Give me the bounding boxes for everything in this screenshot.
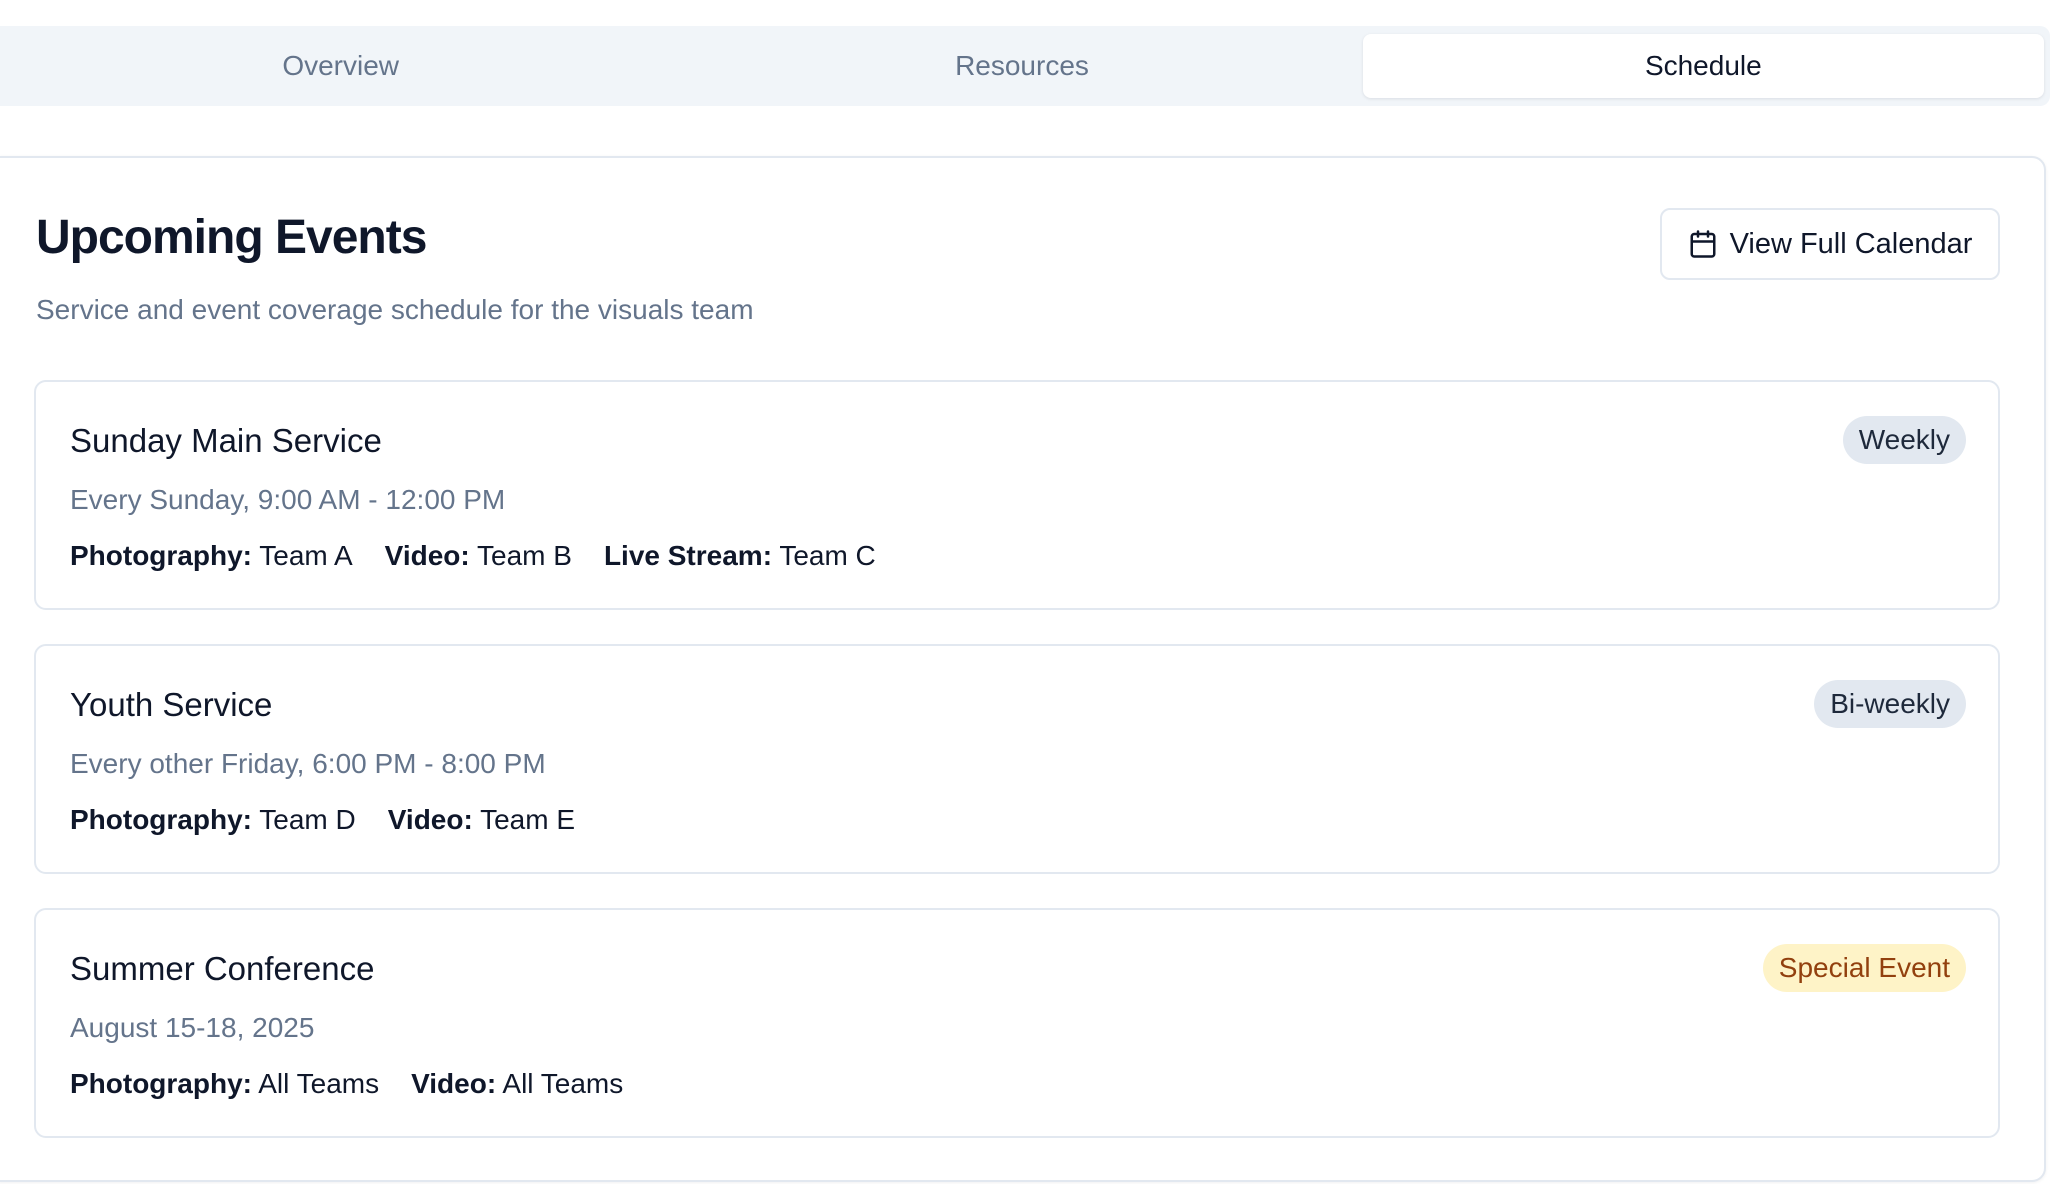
view-full-calendar-button[interactable]: View Full Calendar xyxy=(1660,208,2000,280)
assignment-photography: Photography: All Teams xyxy=(70,1070,379,1098)
event-title: Youth Service xyxy=(70,686,273,723)
event-item[interactable]: Youth Service Every other Friday, 6:00 P… xyxy=(34,644,2000,874)
assignment-photography: Photography: Team D xyxy=(70,806,356,834)
app-root: Overview Resources Schedule Upcoming Eve… xyxy=(0,0,2054,1184)
event-schedule: Every Sunday, 9:00 AM - 12:00 PM xyxy=(70,484,506,515)
event-title: Sunday Main Service xyxy=(70,422,382,459)
event-assignments: Photography: Team A Video: Team B Live S… xyxy=(70,542,876,570)
card-title: Upcoming Events xyxy=(36,211,427,264)
frequency-badge: Weekly xyxy=(1842,416,1966,464)
assignment-team: Team A xyxy=(259,540,353,571)
tab-overview[interactable]: Overview xyxy=(0,34,681,98)
assignment-role: Photography: xyxy=(70,1068,252,1099)
assignment-team: All Teams xyxy=(502,1068,624,1099)
assignment-role: Live Stream: xyxy=(603,540,773,571)
tab-schedule[interactable]: Schedule xyxy=(1362,34,2044,98)
upcoming-events-card: Upcoming Events Service and event covera… xyxy=(0,156,2046,1182)
event-item[interactable]: Summer Conference August 15-18, 2025 Pho… xyxy=(34,908,2000,1138)
event-item[interactable]: Sunday Main Service Every Sunday, 9:00 A… xyxy=(34,380,2000,610)
calendar-icon xyxy=(1688,229,1718,259)
event-title: Summer Conference xyxy=(70,950,375,987)
assignment-team: Team E xyxy=(480,804,576,835)
assignment-live-stream: Live Stream: Team C xyxy=(604,542,876,570)
assignment-photography: Photography: Team A xyxy=(70,542,353,570)
view-full-calendar-label: View Full Calendar xyxy=(1729,227,1973,260)
assignment-team: Team D xyxy=(259,804,356,835)
assignment-role: Video: xyxy=(387,804,473,835)
assignment-team: Team B xyxy=(477,540,572,571)
tab-bar: Overview Resources Schedule xyxy=(0,26,2050,106)
frequency-badge: Bi-weekly xyxy=(1814,680,1966,728)
event-schedule: Every other Friday, 6:00 PM - 8:00 PM xyxy=(70,748,546,779)
assignment-team: All Teams xyxy=(258,1068,380,1099)
event-assignments: Photography: All Teams Video: All Teams xyxy=(70,1070,623,1098)
event-assignments: Photography: Team D Video: Team E xyxy=(70,806,575,834)
assignment-role: Video: xyxy=(384,540,470,571)
card-subtitle: Service and event coverage schedule for … xyxy=(36,294,754,325)
assignment-team: Team C xyxy=(779,540,876,571)
assignment-role: Video: xyxy=(411,1068,497,1099)
assignment-role: Photography: xyxy=(70,804,252,835)
assignment-video: Video: All Teams xyxy=(411,1070,623,1098)
special-event-badge: Special Event xyxy=(1762,944,1966,992)
assignment-video: Video: Team E xyxy=(388,806,575,834)
event-schedule: August 15-18, 2025 xyxy=(70,1012,315,1043)
assignment-video: Video: Team B xyxy=(385,542,572,570)
tab-resources[interactable]: Resources xyxy=(681,34,1362,98)
assignment-role: Photography: xyxy=(70,540,252,571)
